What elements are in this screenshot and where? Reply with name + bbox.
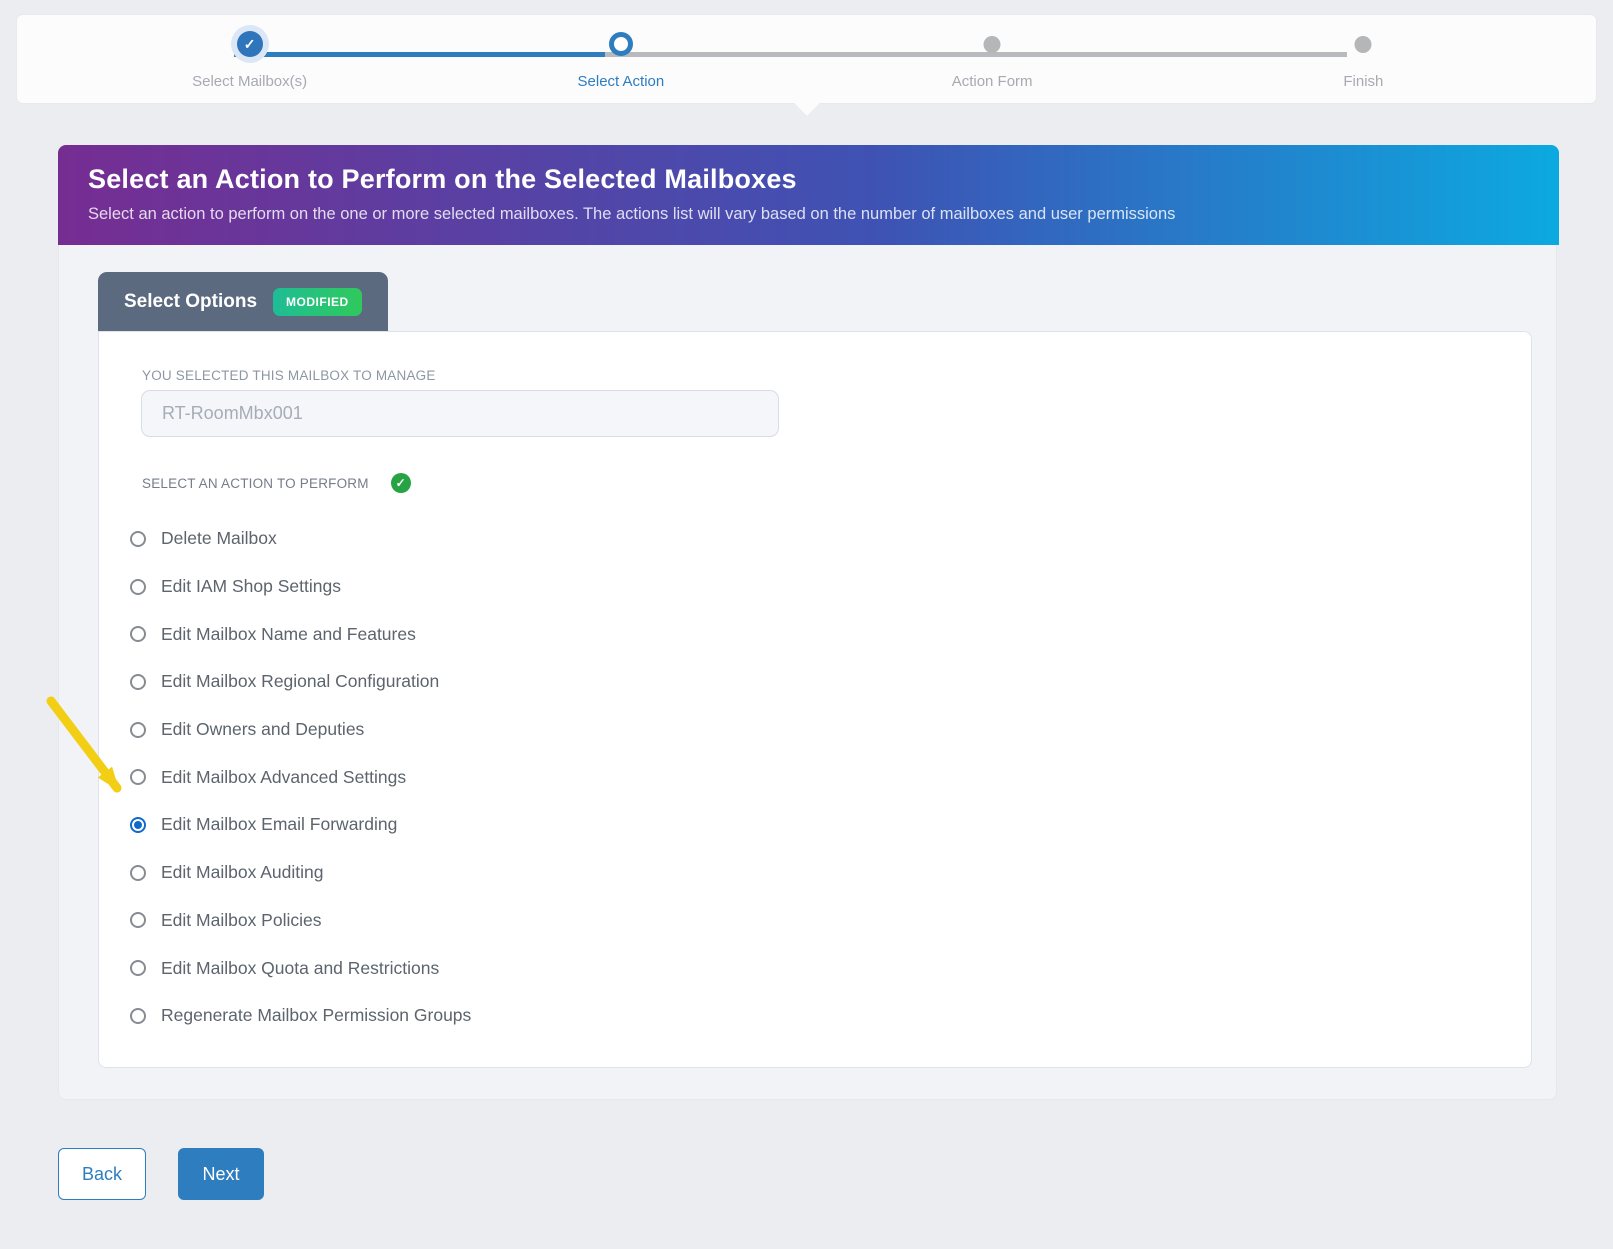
radio-button[interactable] [130,531,146,547]
stepper-steps: ✓ Select Mailbox(s) Select Action Action… [17,15,1596,103]
action-option-row[interactable]: Delete Mailbox [99,515,1531,563]
option-label: Edit Mailbox Auditing [161,862,323,883]
option-label: Edit IAM Shop Settings [161,576,341,597]
radio-button[interactable] [130,769,146,785]
option-label: Delete Mailbox [161,528,277,549]
radio-button[interactable] [130,626,146,642]
action-option-row[interactable]: Edit Mailbox Regional Configuration [99,658,1531,706]
tab-select-options[interactable]: Select Options MODIFIED [98,272,388,331]
option-label: Edit Mailbox Quota and Restrictions [161,958,439,979]
step-dot [609,32,633,56]
action-field-label: SELECT AN ACTION TO PERFORM [142,476,369,491]
option-label: Edit Mailbox Policies [161,910,321,931]
check-icon: ✓ [244,37,256,51]
step-dot [984,36,1001,53]
mailbox-field-label: YOU SELECTED THIS MAILBOX TO MANAGE [142,368,436,383]
step-label: Select Mailbox(s) [64,73,435,90]
step-dot [1355,36,1372,53]
step-label: Finish [1178,73,1549,90]
option-label: Edit Mailbox Email Forwarding [161,814,397,835]
page-title: Select an Action to Perform on the Selec… [88,164,1529,195]
action-option-row[interactable]: Edit Mailbox Policies [99,897,1531,945]
radio-button[interactable] [130,912,146,928]
radio-button[interactable] [130,960,146,976]
action-option-row[interactable]: Edit Mailbox Quota and Restrictions [99,944,1531,992]
action-option-row[interactable]: Edit Mailbox Name and Features [99,610,1531,658]
tab-label: Select Options [124,291,257,313]
wizard-page: ✓ Select Mailbox(s) Select Action Action… [0,0,1613,1249]
step-dot: ✓ [237,31,263,57]
step-label: Select Action [435,73,806,90]
radio-button[interactable] [130,817,146,833]
next-button[interactable]: Next [178,1148,264,1200]
option-label: Edit Mailbox Name and Features [161,624,416,645]
option-label: Regenerate Mailbox Permission Groups [161,1005,471,1026]
stepper-step[interactable]: Finish [1178,15,1549,103]
option-label: Edit Mailbox Regional Configuration [161,671,439,692]
modified-badge: MODIFIED [273,288,362,316]
selected-mailbox-input [141,390,779,437]
radio-button[interactable] [130,865,146,881]
wizard-stepper: ✓ Select Mailbox(s) Select Action Action… [16,14,1597,104]
radio-button[interactable] [130,674,146,690]
step-label: Action Form [807,73,1178,90]
stepper-step[interactable]: ✓ Select Mailbox(s) [64,15,435,103]
action-label-row: SELECT AN ACTION TO PERFORM ✓ [142,472,411,494]
radio-button[interactable] [130,722,146,738]
valid-check-icon: ✓ [391,473,411,493]
action-option-row[interactable]: Edit IAM Shop Settings [99,563,1531,611]
wizard-body-card: Select an Action to Perform on the Selec… [58,145,1557,1100]
option-label: Edit Mailbox Advanced Settings [161,767,406,788]
stepper-step[interactable]: Select Action [435,15,806,103]
radio-button[interactable] [130,579,146,595]
page-subtitle: Select an action to perform on the one o… [88,205,1529,224]
action-option-row[interactable]: Regenerate Mailbox Permission Groups [99,992,1531,1040]
action-option-row[interactable]: Edit Owners and Deputies [99,706,1531,754]
radio-button[interactable] [130,1008,146,1024]
action-option-row[interactable]: Edit Mailbox Auditing [99,849,1531,897]
option-label: Edit Owners and Deputies [161,719,364,740]
step-banner: Select an Action to Perform on the Selec… [58,145,1559,245]
action-options-list: Delete Mailbox Edit IAM Shop Settings Ed… [99,515,1531,1040]
back-button[interactable]: Back [58,1148,146,1200]
action-option-row[interactable]: Edit Mailbox Advanced Settings [99,753,1531,801]
action-option-row[interactable]: Edit Mailbox Email Forwarding [99,801,1531,849]
stepper-step[interactable]: Action Form [807,15,1178,103]
select-options-panel: YOU SELECTED THIS MAILBOX TO MANAGE SELE… [98,331,1532,1068]
